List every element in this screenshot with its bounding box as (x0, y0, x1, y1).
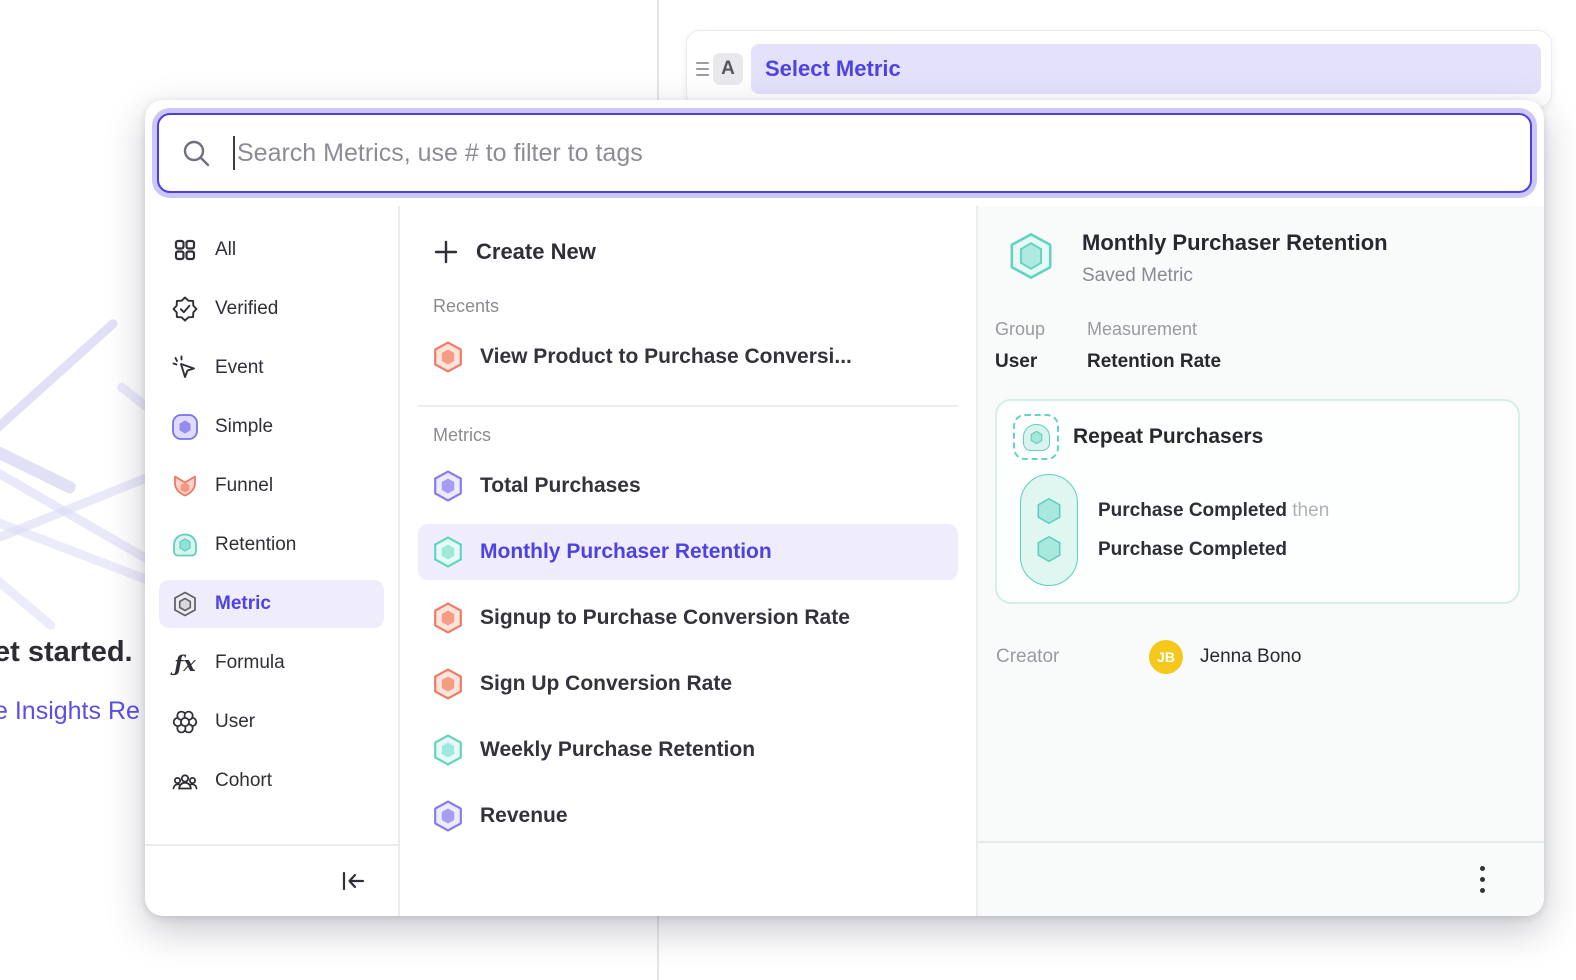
detail-footer (978, 841, 1544, 916)
cohort-icon (172, 768, 198, 794)
search-bar[interactable] (157, 113, 1532, 193)
teal-metric-hexagon-icon (433, 536, 463, 568)
funnel-icon (172, 473, 198, 499)
sidebar-item-cohort[interactable]: Cohort (159, 757, 384, 805)
sidebar-item-verified[interactable]: Verified (159, 285, 384, 333)
retention-definition-icon (1013, 414, 1059, 460)
sidebar-item-label: Simple (215, 416, 273, 438)
metric-item-weekly-purchase-retention[interactable]: Weekly Purchase Retention (418, 722, 958, 778)
simple-icon (172, 414, 198, 440)
background-heading-fragment: et started. (0, 636, 133, 669)
sidebar-item-event[interactable]: Event (159, 344, 384, 392)
decorative-lines (0, 318, 150, 668)
metric-detail-panel: Monthly Purchaser Retention Saved Metric… (978, 206, 1544, 916)
sidebar-item-label: All (215, 239, 236, 261)
then-connector: then (1292, 500, 1329, 521)
creator-name: Jenna Bono (1200, 646, 1301, 668)
category-sidebar: All Verified (145, 206, 400, 916)
event-cursor-icon (172, 355, 198, 381)
sidebar-item-retention[interactable]: Retention (159, 521, 384, 569)
sidebar-item-all[interactable]: All (159, 226, 384, 274)
metric-item-label: Total Purchases (480, 474, 641, 498)
sidebar-item-label: Cohort (215, 770, 272, 792)
search-input[interactable] (237, 139, 1508, 168)
sidebar-item-label: Metric (215, 593, 271, 615)
select-metric-button[interactable]: Select Metric (751, 44, 1541, 94)
creator-avatar: JB (1149, 640, 1183, 674)
salmon-metric-hexagon-icon (433, 602, 463, 634)
collapse-left-icon (340, 869, 366, 893)
background-insights-link-fragment[interactable]: e Insights Re (0, 697, 140, 726)
purple-metric-hexagon-icon (433, 470, 463, 502)
detail-title: Monthly Purchaser Retention (1082, 230, 1388, 256)
recent-item-label: View Product to Purchase Conversi... (480, 345, 852, 369)
metric-item-total-purchases[interactable]: Total Purchases (418, 458, 958, 514)
metric-item-label: Weekly Purchase Retention (480, 738, 755, 762)
group-value: User (995, 351, 1063, 373)
text-caret (233, 136, 235, 170)
metric-item-sign-up-conversion[interactable]: Sign Up Conversion Rate (418, 656, 958, 712)
create-new-button[interactable]: Create New (418, 226, 958, 278)
sidebar-item-metric[interactable]: Metric (159, 580, 384, 628)
teal-metric-hexagon-icon (433, 734, 463, 766)
definition-card: Repeat Purchasers (995, 399, 1520, 604)
event-hexagon-icon (1035, 497, 1063, 525)
search-icon (181, 138, 211, 168)
event-sequence-capsule (1020, 474, 1078, 586)
sidebar-item-label: User (215, 711, 255, 733)
sidebar-item-label: Retention (215, 534, 296, 556)
retention-icon (172, 532, 198, 558)
sidebar-footer (145, 844, 398, 916)
measurement-label: Measurement (1087, 319, 1221, 340)
formula-icon: ƒx (172, 650, 198, 676)
metric-hexagon-icon (172, 591, 198, 617)
recents-header: Recents (418, 296, 958, 317)
sidebar-item-label: Event (215, 357, 264, 379)
definition-step-1: Purchase Completed then (1098, 500, 1329, 522)
grid-icon (172, 237, 198, 263)
salmon-metric-hexagon-icon (433, 668, 463, 700)
creator-row: Creator JB Jenna Bono (995, 640, 1520, 674)
sidebar-item-label: Funnel (215, 475, 273, 497)
metric-item-revenue[interactable]: Revenue (418, 788, 958, 844)
create-new-label: Create New (476, 239, 596, 265)
plus-icon (433, 239, 459, 265)
select-metric-label: Select Metric (765, 56, 901, 82)
funnel-metric-hexagon-icon (433, 341, 463, 373)
metric-picker-modal: All Verified (145, 100, 1544, 916)
metric-item-label: Sign Up Conversion Rate (480, 672, 732, 696)
verified-badge-icon (172, 296, 198, 322)
more-options-button[interactable] (1464, 862, 1500, 898)
purple-metric-hexagon-icon (433, 800, 463, 832)
definition-step-2: Purchase Completed (1098, 539, 1329, 561)
sidebar-item-label: Formula (215, 652, 285, 674)
detail-subtitle: Saved Metric (1082, 265, 1388, 287)
recent-item[interactable]: View Product to Purchase Conversi... (418, 329, 958, 385)
creator-label: Creator (996, 646, 1149, 668)
metric-list-panel: Create New Recents View Product to Purch… (400, 206, 978, 916)
sidebar-item-simple[interactable]: Simple (159, 403, 384, 451)
metric-item-label: Revenue (480, 804, 568, 828)
block-letter-badge: A (713, 53, 743, 85)
drag-handle-icon[interactable] (693, 62, 711, 76)
group-label: Group (995, 319, 1063, 340)
collapse-sidebar-button[interactable] (334, 862, 372, 900)
metric-item-monthly-purchaser-retention[interactable]: Monthly Purchaser Retention (418, 524, 958, 580)
metric-item-label: Monthly Purchaser Retention (480, 540, 772, 564)
user-icon (172, 709, 198, 735)
measurement-value: Retention Rate (1087, 351, 1221, 373)
sidebar-item-formula[interactable]: ƒx Formula (159, 639, 384, 687)
query-builder-row: A Select Metric (686, 30, 1552, 108)
sidebar-item-user[interactable]: User (159, 698, 384, 746)
metric-item-signup-to-purchase[interactable]: Signup to Purchase Conversion Rate (418, 590, 958, 646)
metric-item-label: Signup to Purchase Conversion Rate (480, 606, 850, 630)
list-divider (418, 405, 958, 407)
event-hexagon-icon (1035, 535, 1063, 563)
sidebar-item-funnel[interactable]: Funnel (159, 462, 384, 510)
metrics-header: Metrics (418, 425, 958, 446)
definition-name: Repeat Purchasers (1073, 425, 1263, 449)
detail-teal-hexagon-icon (1008, 232, 1054, 280)
sidebar-item-label: Verified (215, 298, 278, 320)
